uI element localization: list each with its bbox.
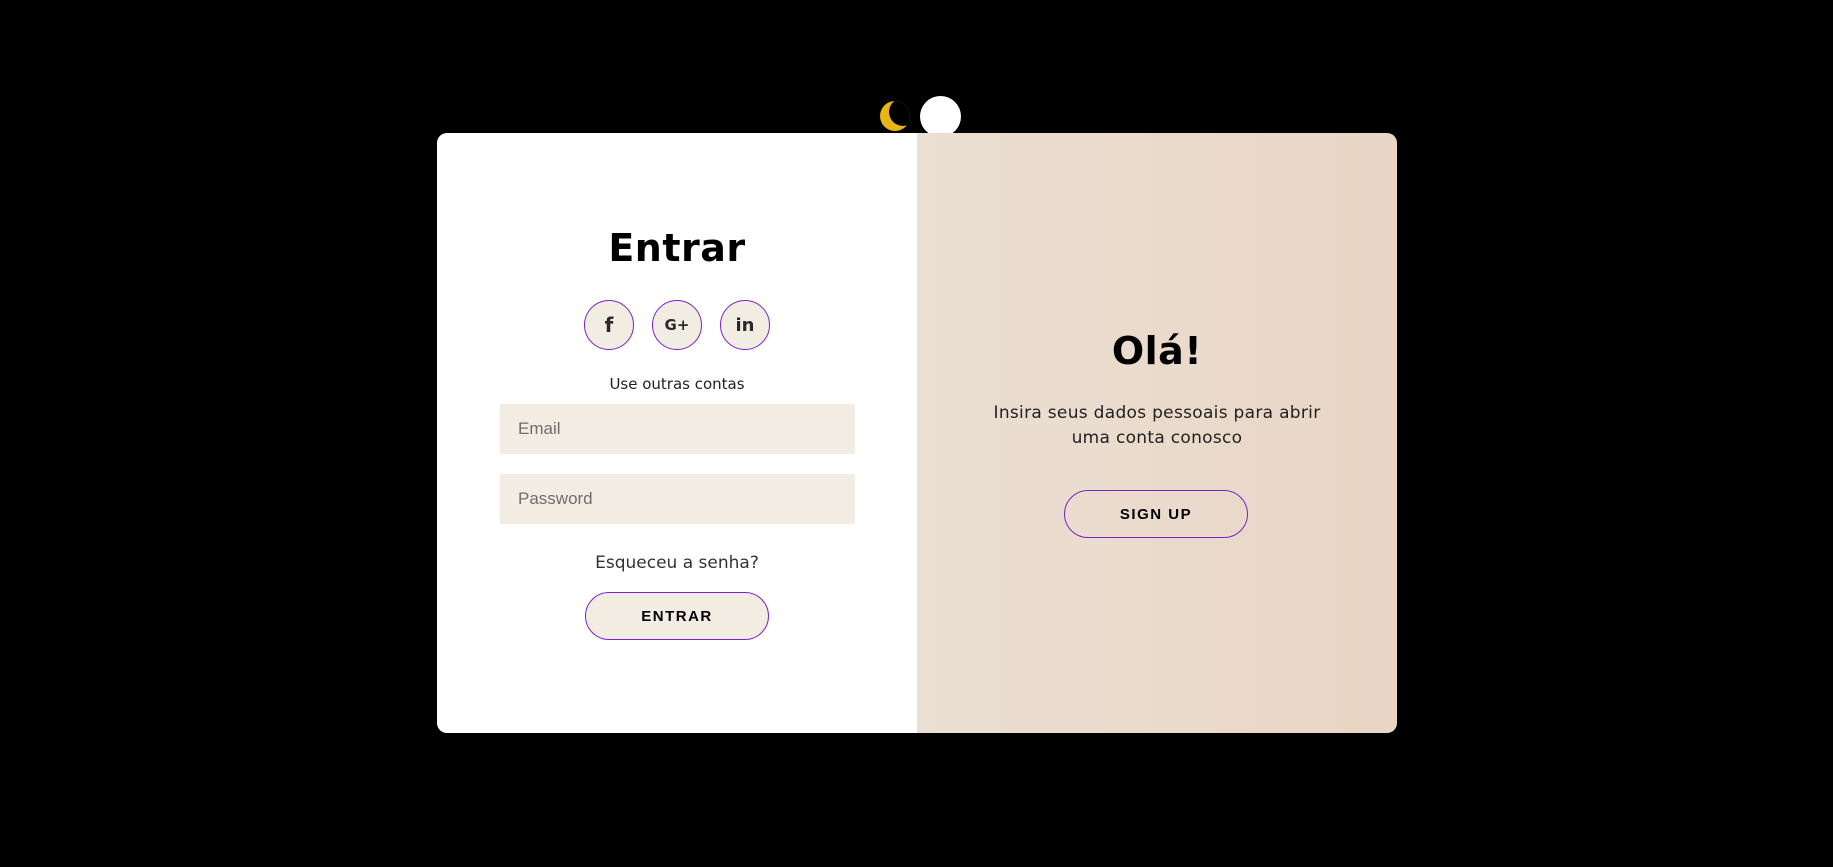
use-other-accounts-text: Use outras contas xyxy=(609,375,745,393)
login-button[interactable]: ENTRAR xyxy=(585,592,769,640)
signup-button[interactable]: SIGN UP xyxy=(1064,490,1248,538)
theme-toggle[interactable] xyxy=(878,96,963,138)
page: Entrar f G+ in Use outras contas Esquece… xyxy=(0,0,1833,867)
toggle-knob[interactable] xyxy=(920,96,961,137)
email-field[interactable] xyxy=(500,404,855,454)
forgot-password-link[interactable]: Esqueceu a senha? xyxy=(437,553,917,573)
facebook-icon[interactable]: f xyxy=(584,300,634,350)
social-buttons: f G+ in xyxy=(584,300,770,350)
signin-title: Entrar xyxy=(608,226,746,270)
signin-panel: Entrar f G+ in Use outras contas Esquece… xyxy=(437,133,917,733)
google-plus-icon[interactable]: G+ xyxy=(652,300,702,350)
signup-panel: Olá! Insira seus dados pessoais para abr… xyxy=(917,133,1397,733)
linkedin-icon[interactable]: in xyxy=(720,300,770,350)
moon-icon xyxy=(880,101,910,131)
signup-description: Insira seus dados pessoais para abrir um… xyxy=(993,403,1321,448)
hello-title: Olá! xyxy=(1111,329,1203,373)
password-field[interactable] xyxy=(500,474,855,524)
auth-card: Entrar f G+ in Use outras contas Esquece… xyxy=(437,133,1397,733)
